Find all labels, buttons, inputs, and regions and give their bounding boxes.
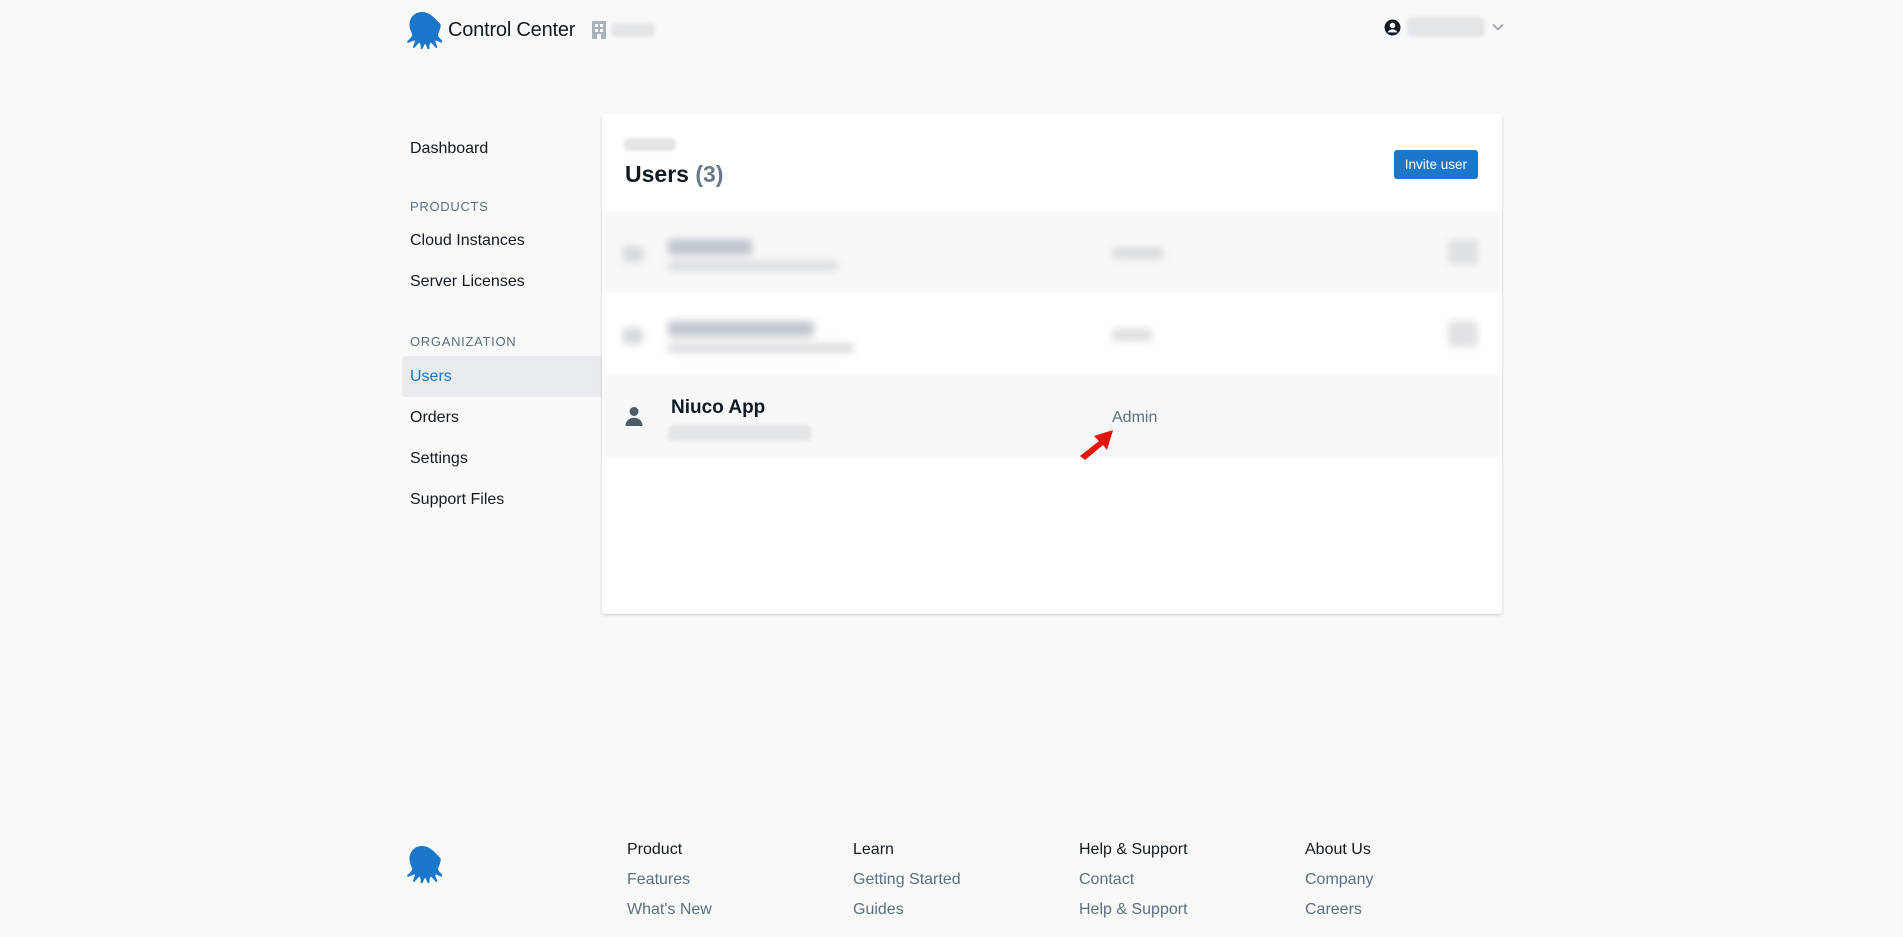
footer-heading: Help & Support (1079, 841, 1188, 858)
row-action-button[interactable] (1448, 321, 1478, 347)
footer-link-getting-started[interactable]: Getting Started (853, 868, 961, 892)
user-count: (3) (695, 161, 724, 187)
footer-link-guides[interactable]: Guides (853, 898, 961, 922)
sidebar-item-users[interactable]: Users (402, 356, 602, 397)
users-card: Users (3) Invite user Niuco App Admin (602, 114, 1502, 614)
table-row[interactable]: Niuco App Admin (602, 375, 1502, 457)
sidebar-heading-organization: ORGANIZATION (410, 334, 517, 349)
footer-link-help-support[interactable]: Help & Support (1079, 898, 1188, 922)
user-name-redacted (668, 321, 814, 337)
table-row[interactable] (602, 211, 1502, 293)
footer-heading: Product (627, 841, 683, 858)
octopus-logo-icon (407, 12, 442, 50)
top-bar: Control Center (0, 0, 1903, 58)
footer-column-about-us: About Us Company Careers (1305, 838, 1373, 922)
organization-name-redacted (611, 23, 656, 37)
person-icon (623, 328, 643, 344)
footer-link-careers[interactable]: Careers (1305, 898, 1373, 922)
app-title: Control Center (448, 18, 576, 41)
account-menu[interactable] (1384, 17, 1505, 37)
user-role: Admin (1112, 409, 1158, 426)
sidebar-item-server-licenses[interactable]: Server Licenses (402, 261, 602, 302)
sidebar-item-support-files[interactable]: Support Files (402, 479, 602, 520)
footer-link-company[interactable]: Company (1305, 868, 1373, 892)
user-name-redacted (668, 239, 752, 255)
page-title: Users (3) (625, 161, 723, 188)
user-email-redacted (668, 425, 812, 441)
user-circle-icon (1384, 19, 1401, 35)
footer-column-learn: Learn Getting Started Guides (853, 838, 961, 922)
footer-heading: About Us (1305, 841, 1371, 858)
table-row[interactable] (602, 293, 1502, 375)
sidebar-nav: Dashboard PRODUCTS Cloud Instances Serve… (402, 128, 602, 520)
chevron-down-icon (1492, 23, 1504, 31)
person-icon (625, 407, 643, 426)
footer-heading: Learn (853, 841, 894, 858)
octopus-logo-icon (407, 846, 442, 884)
brand[interactable]: Control Center (402, 10, 656, 50)
footer-link-whats-new[interactable]: What's New (627, 898, 712, 922)
row-action-button[interactable] (1448, 239, 1478, 265)
building-icon (592, 21, 607, 39)
footer-link-contact[interactable]: Contact (1079, 868, 1188, 892)
person-icon (623, 246, 643, 262)
sidebar-heading-products: PRODUCTS (410, 199, 489, 214)
page-title-text: Users (625, 161, 689, 187)
account-name-redacted (1407, 17, 1485, 37)
footer-column-product: Product Features What's New (627, 838, 712, 922)
sidebar-item-cloud-instances[interactable]: Cloud Instances (402, 220, 602, 261)
footer-column-help-support: Help & Support Contact Help & Support (1079, 838, 1188, 922)
user-email-redacted (668, 261, 838, 271)
user-role-redacted (1112, 329, 1152, 341)
annotation-arrow-icon (1080, 430, 1113, 460)
sidebar-item-dashboard[interactable]: Dashboard (402, 128, 602, 169)
breadcrumb-redacted (624, 138, 676, 151)
sidebar-item-orders[interactable]: Orders (402, 397, 602, 438)
user-email-redacted (668, 343, 854, 353)
footer-link-features[interactable]: Features (627, 868, 712, 892)
sidebar-item-settings[interactable]: Settings (402, 438, 602, 479)
users-list: Niuco App Admin (602, 211, 1502, 457)
invite-user-button[interactable]: Invite user (1393, 150, 1478, 179)
user-role-redacted (1112, 247, 1164, 259)
user-name: Niuco App (671, 397, 766, 418)
